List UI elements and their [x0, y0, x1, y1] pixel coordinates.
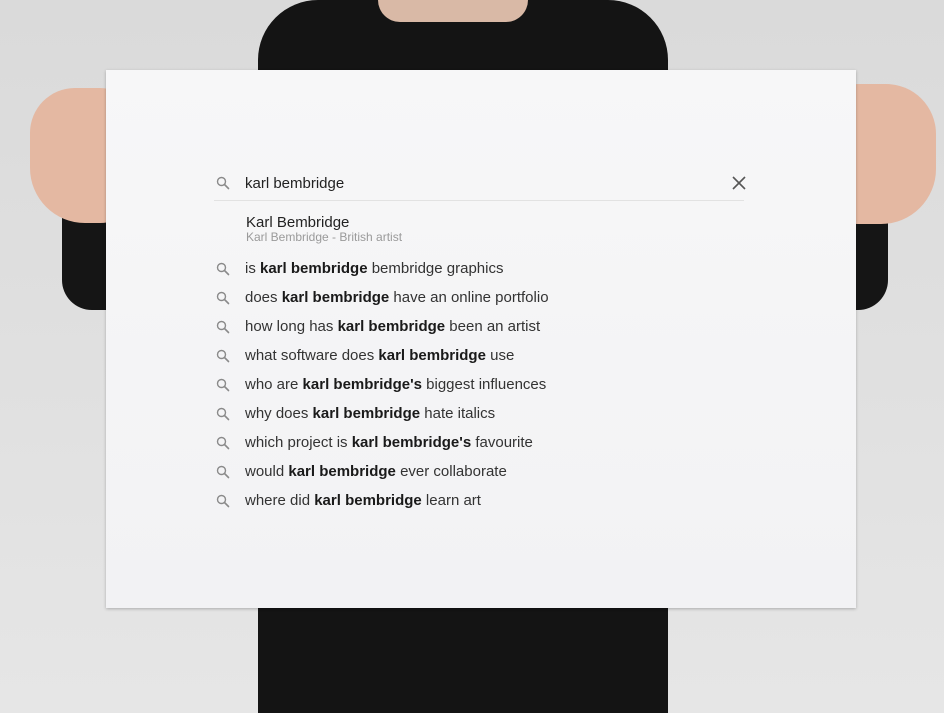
search-icon — [216, 436, 230, 450]
search-icon — [216, 291, 230, 305]
search-icon — [216, 465, 230, 479]
entity-title: Karl Bembridge — [246, 214, 350, 231]
suggestion-text: who are karl bembridge's biggest influen… — [245, 376, 547, 393]
entity-suggestion[interactable]: Karl Bembridge Karl Bembridge - British … — [246, 214, 402, 244]
suggestion-text: why does karl bembridge hate italics — [245, 405, 496, 422]
suggestion-text: where did karl bembridge learn art — [245, 492, 481, 509]
poster: karl bembridge Karl Bembridge Karl Bembr… — [106, 70, 856, 608]
suggestion-text: what software does karl bembridge use — [245, 347, 515, 364]
close-icon[interactable] — [730, 174, 748, 197]
entity-subtitle: Karl Bembridge - British artist — [246, 230, 403, 244]
search-input[interactable]: karl bembridge — [245, 175, 344, 192]
photo-frame: karl bembridge Karl Bembridge Karl Bembr… — [0, 0, 944, 713]
search-icon — [216, 320, 230, 334]
search-icon — [216, 378, 230, 392]
person-neck — [378, 0, 528, 22]
suggestion-text: which project is karl bembridge's favour… — [245, 434, 533, 451]
suggestion-text: does karl bembridge have an online portf… — [245, 289, 549, 306]
search-icon — [216, 176, 230, 190]
suggestion-text: is karl bembridge bembridge graphics — [245, 260, 504, 277]
search-icon — [216, 262, 230, 276]
suggestion-text: would karl bembridge ever collaborate — [245, 463, 507, 480]
search-icon — [216, 494, 230, 508]
search-icon — [216, 349, 230, 363]
suggestion-text: how long has karl bembridge been an arti… — [245, 318, 541, 335]
search-bar[interactable]: karl bembridge — [214, 170, 746, 201]
search-icon — [216, 407, 230, 421]
